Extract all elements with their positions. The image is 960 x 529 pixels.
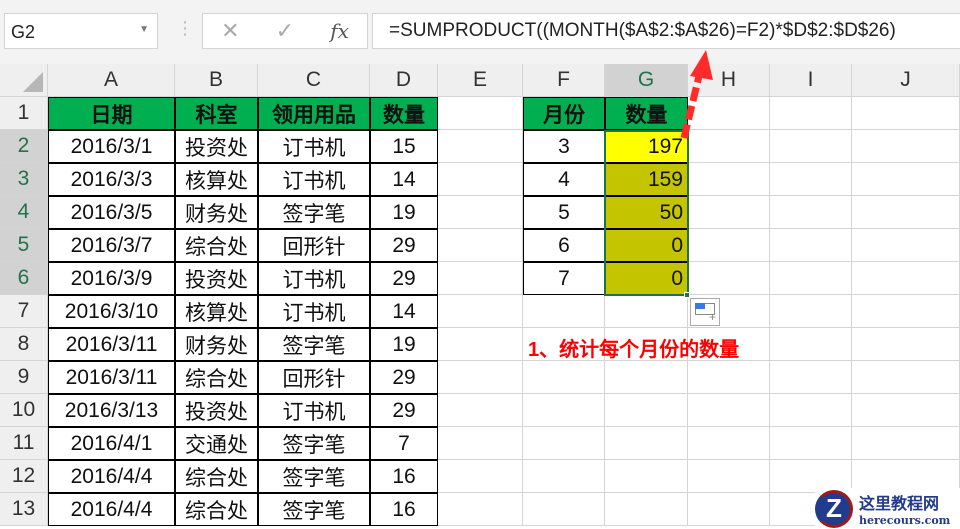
arrow-head (690, 50, 713, 80)
red-arrow-annotation (680, 50, 713, 139)
arrow-shaft (680, 71, 704, 139)
watermark-logo: Z 这里教程网 herecours.com (815, 488, 960, 529)
logo-name: 这里教程网 (859, 494, 940, 513)
logo-icon: Z (815, 489, 853, 528)
logo-url: herecours.com (859, 514, 951, 527)
